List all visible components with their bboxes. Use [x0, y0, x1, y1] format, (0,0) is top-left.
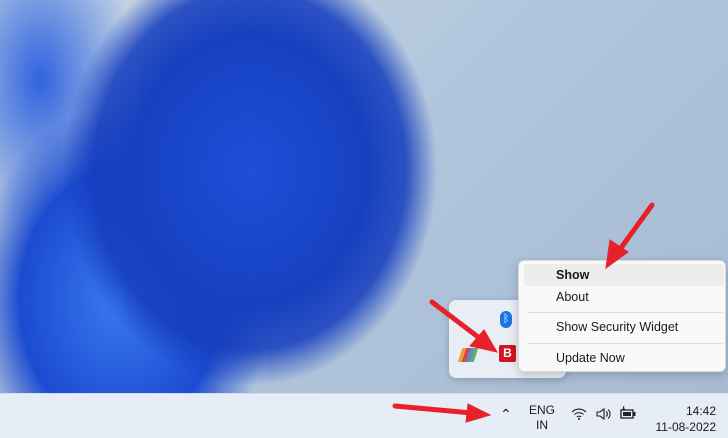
- annotation-arrows: [392, 202, 655, 423]
- red-arrow-icon: [605, 202, 655, 270]
- red-arrow-icon: [392, 403, 492, 423]
- red-arrow-icon: [429, 299, 499, 353]
